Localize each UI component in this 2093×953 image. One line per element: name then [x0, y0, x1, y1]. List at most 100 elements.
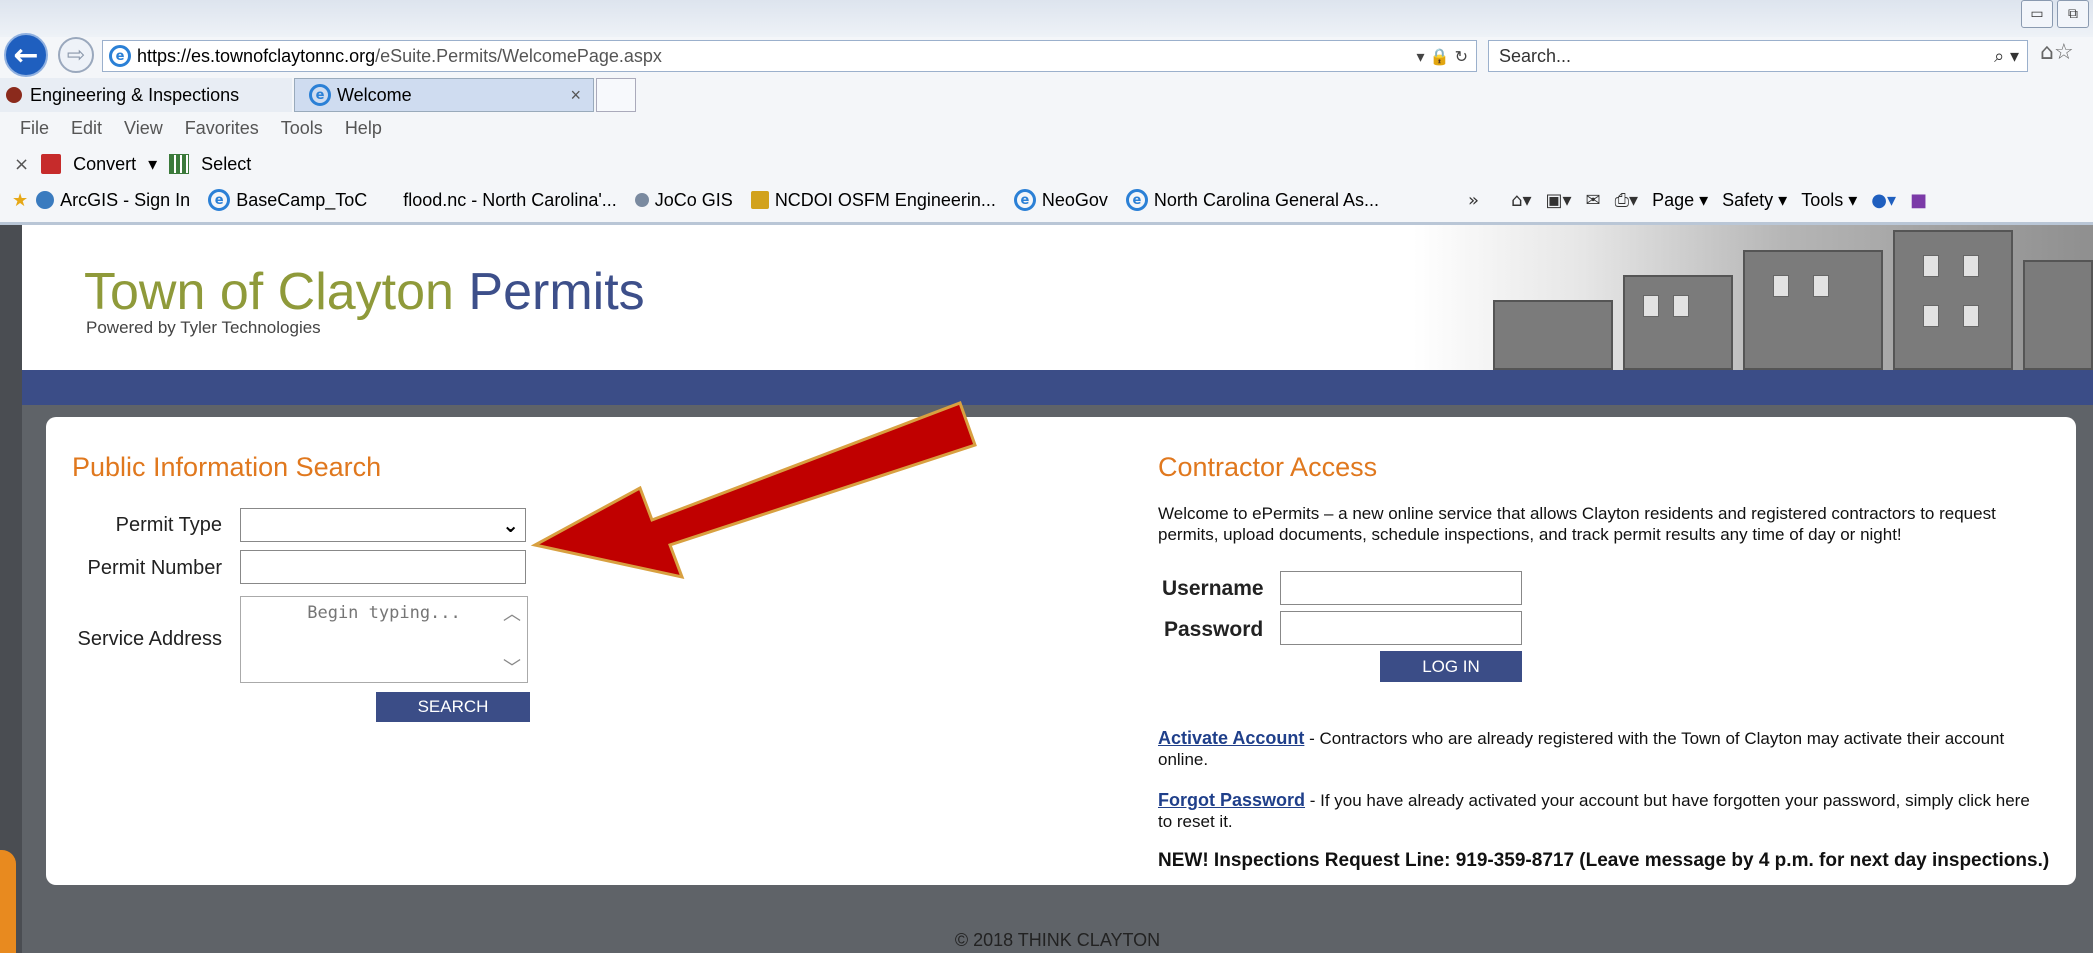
- pdf-convert-icon: [41, 154, 62, 174]
- left-orange-accent: [0, 850, 16, 953]
- site-title: Town of Clayton Permits: [84, 262, 645, 322]
- arrow-right-icon: ⇨: [66, 42, 86, 68]
- arrow-left-icon: ←: [13, 37, 39, 73]
- ie-icon: e: [109, 45, 131, 67]
- login-button[interactable]: LOG IN: [1380, 651, 1522, 682]
- permit-type-label: Permit Type: [115, 514, 222, 536]
- address-bar[interactable]: e https://es. townofclaytonnc.org/eSuite.…: [102, 40, 1477, 72]
- new-tab-button[interactable]: [596, 78, 636, 112]
- ie-icon: e: [1013, 189, 1036, 211]
- tools-menu[interactable]: Tools ▾: [1801, 190, 1857, 211]
- permit-number-input[interactable]: [240, 550, 526, 584]
- service-address-input[interactable]: [240, 596, 528, 683]
- home-icon[interactable]: ⌂▾: [1511, 190, 1531, 211]
- menu-view[interactable]: View: [124, 118, 163, 142]
- forward-button[interactable]: ⇨: [58, 37, 94, 73]
- page-menu[interactable]: Page ▾: [1652, 190, 1708, 211]
- permit-number-label: Permit Number: [87, 557, 222, 579]
- chevron-down-icon[interactable]: ▾: [148, 154, 157, 175]
- close-icon[interactable]: ×: [14, 154, 29, 175]
- arrow-shape: [530, 401, 977, 580]
- window-controls: ▭ ⧉: [2021, 0, 2093, 30]
- url-scheme: https://es.: [137, 45, 216, 66]
- header-town-photo: [1413, 225, 2093, 370]
- username-label: Username: [1162, 577, 1264, 600]
- url-path: /eSuite.Permits/WelcomePage.aspx: [375, 45, 662, 66]
- fav-label: NeoGov: [1041, 189, 1108, 210]
- left-edge-bar: [0, 225, 22, 953]
- permit-type-select[interactable]: ⌄: [240, 508, 526, 542]
- password-input[interactable]: [1280, 611, 1522, 645]
- restore-icon[interactable]: ⧉: [2057, 0, 2089, 28]
- tab-engineering[interactable]: Engineering & Inspections: [0, 78, 292, 112]
- activate-account-link[interactable]: Activate Account: [1158, 728, 1304, 748]
- fav-label: NCDOI OSFM Engineerin...: [774, 189, 996, 210]
- menu-favorites[interactable]: Favorites: [185, 118, 259, 142]
- onenote-icon[interactable]: ■: [1910, 190, 1927, 211]
- chevron-down-icon: ⌄: [502, 513, 519, 537]
- map-pin-icon: [634, 193, 649, 207]
- convert-button[interactable]: Convert: [73, 154, 136, 175]
- chevron-up-icon[interactable]: ︿: [503, 600, 521, 626]
- menu-file[interactable]: File: [20, 118, 49, 142]
- help-icon[interactable]: ●▾: [1871, 190, 1896, 211]
- inspections-notice: NEW! Inspections Request Line: 919-359-8…: [1158, 850, 2050, 871]
- fav-arcgis[interactable]: ArcGIS - Sign In: [36, 190, 190, 211]
- address-controls[interactable]: ▾ 🔒 ↻: [1416, 47, 1468, 66]
- username-input[interactable]: [1280, 571, 1522, 605]
- fav-label: ArcGIS - Sign In: [60, 189, 191, 210]
- menu-tools[interactable]: Tools: [281, 118, 323, 142]
- search-icon[interactable]: ⌕ ▾: [1994, 46, 2019, 67]
- chevron-down-icon[interactable]: ﹀: [503, 654, 521, 680]
- ie-icon: e: [309, 84, 331, 106]
- print-icon[interactable]: ⎙▾: [1615, 190, 1638, 211]
- menu-edit[interactable]: Edit: [71, 118, 102, 142]
- globe-icon: [36, 191, 55, 209]
- select-button[interactable]: Select: [201, 154, 251, 175]
- footer-copyright: © 2018 THINK CLAYTON: [954, 930, 1161, 950]
- activate-paragraph: Activate Account - Contractors who are a…: [1158, 728, 2038, 770]
- ie-command-bar: » ⌂▾ ▣▾ ✉ ⎙▾ Page ▾ Safety ▾ Tools ▾ ●▾ …: [1468, 186, 1927, 214]
- fav-joco[interactable]: JoCo GIS: [634, 189, 733, 211]
- fav-neogov[interactable]: e NeoGov: [1013, 189, 1108, 211]
- url-host: townofclaytonnc.org: [215, 45, 376, 66]
- back-button[interactable]: ←: [4, 33, 48, 77]
- command-bar: × Convert ▾ Select: [14, 150, 251, 178]
- search-placeholder: Search...: [1499, 45, 1572, 66]
- browser-search-input[interactable]: Search... ⌕ ▾: [1488, 40, 2028, 72]
- ie-icon: e: [1125, 189, 1148, 211]
- tab-welcome[interactable]: e Welcome ×: [294, 78, 594, 112]
- feeds-icon[interactable]: ▣▾: [1545, 190, 1571, 211]
- forgot-paragraph: Forgot Password - If you have already ac…: [1158, 790, 2038, 832]
- fav-ncga[interactable]: e North Carolina General As...: [1125, 189, 1380, 211]
- forgot-password-link[interactable]: Forgot Password: [1158, 790, 1305, 810]
- mail-icon[interactable]: ✉: [1586, 190, 1601, 211]
- header-band: [22, 370, 2093, 405]
- public-search-heading: Public Information Search: [72, 452, 382, 482]
- site-favicon-icon: [6, 87, 22, 103]
- title-strip: [0, 0, 2093, 37]
- password-label: Password: [1164, 618, 1264, 641]
- fav-label: JoCo GIS: [654, 189, 733, 210]
- site-title-permits: Permits: [453, 263, 645, 321]
- more-favorites-icon[interactable]: »: [1468, 190, 1479, 211]
- favorites-bar: ★ ArcGIS - Sign In e BaseCamp_ToC flood.n…: [12, 186, 1389, 214]
- welcome-text: Welcome to ePermits – a new online servi…: [1158, 504, 1996, 544]
- contractor-heading: Contractor Access: [1158, 452, 1378, 482]
- fav-flood[interactable]: flood.nc - North Carolina'...: [403, 190, 617, 211]
- fav-basecamp[interactable]: e BaseCamp_ToC: [208, 189, 367, 211]
- minimize-icon[interactable]: ▭: [2021, 0, 2053, 28]
- favorites-star-icon[interactable]: ★: [12, 190, 28, 211]
- fav-label: flood.nc - North Carolina'...: [403, 189, 617, 210]
- close-tab-icon[interactable]: ×: [570, 85, 581, 106]
- home-icon[interactable]: ⌂☆: [2040, 40, 2074, 65]
- red-arrow-annotation: [530, 401, 977, 580]
- fav-ncdoi[interactable]: NCDOI OSFM Engineerin...: [750, 189, 996, 211]
- fav-label: North Carolina General As...: [1153, 189, 1380, 210]
- safety-menu[interactable]: Safety ▾: [1722, 190, 1787, 211]
- address-scrollbar[interactable]: ︿ ﹀: [500, 600, 524, 680]
- menu-help[interactable]: Help: [345, 118, 382, 142]
- search-button[interactable]: SEARCH: [376, 692, 530, 722]
- tab-label: Engineering & Inspections: [30, 84, 240, 105]
- badge-icon: [750, 191, 769, 209]
